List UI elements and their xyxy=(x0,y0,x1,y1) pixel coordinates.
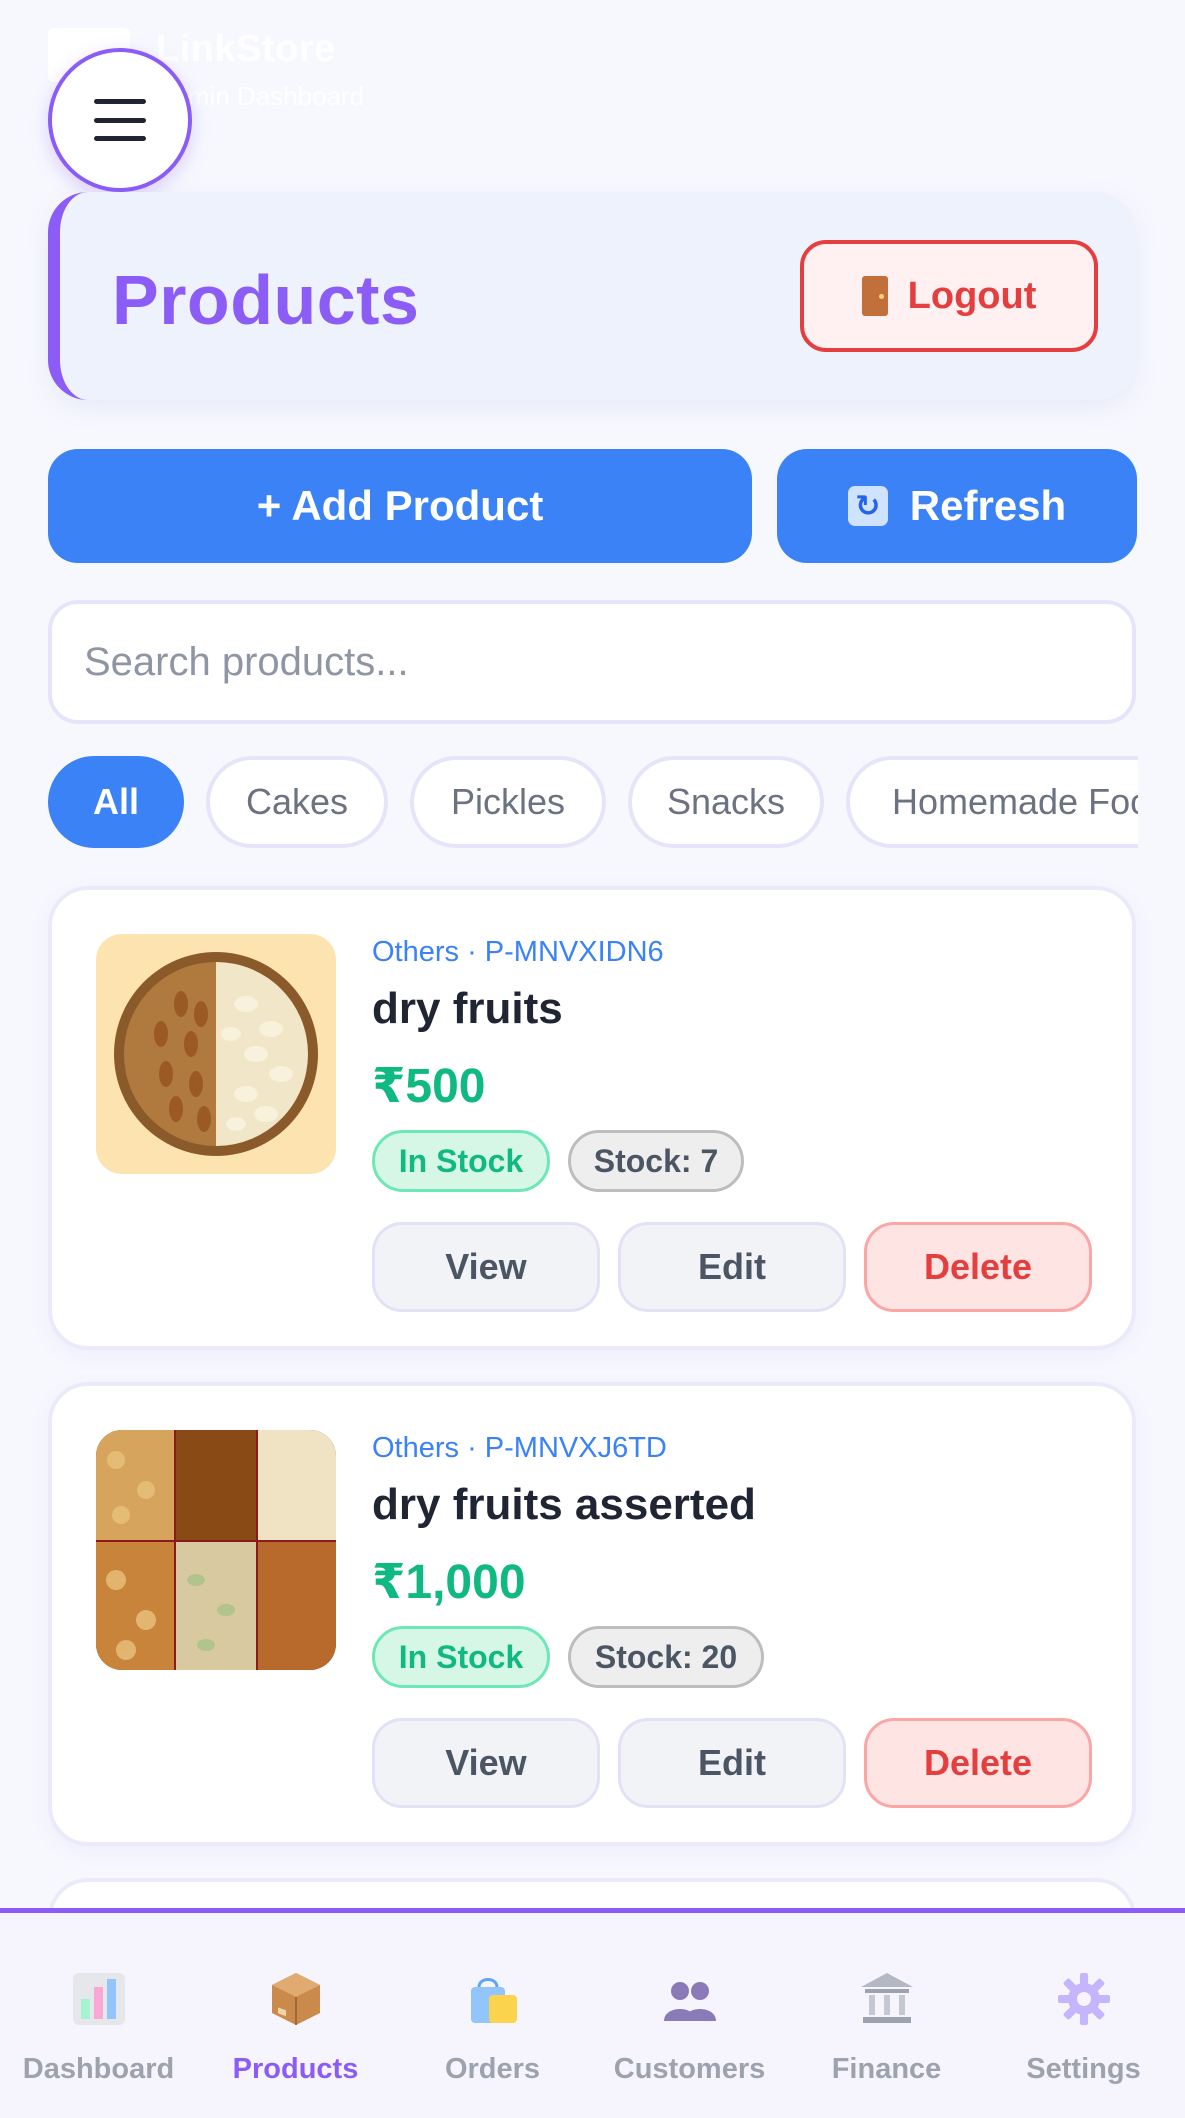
product-card: Others · P-MNVXJ6TD dry fruits asserted … xyxy=(48,1382,1136,1846)
category-filter: All Cakes Pickles Snacks Homemade Food xyxy=(48,756,1138,850)
nav-settings[interactable]: Settings xyxy=(985,1913,1182,2118)
nav-label: Orders xyxy=(444,2053,541,2085)
nav-label: Settings xyxy=(1026,2053,1141,2085)
stock-count-badge: Stock: 20 xyxy=(568,1626,764,1688)
refresh-button[interactable]: ↻ Refresh xyxy=(777,449,1137,563)
search-input[interactable] xyxy=(84,639,1132,685)
gear-icon xyxy=(1057,1973,1110,2025)
logout-label: Logout xyxy=(907,274,1037,317)
add-product-button[interactable]: + Add Product xyxy=(48,449,752,563)
stock-status-badge: In Stock xyxy=(372,1130,550,1192)
edit-button[interactable]: Edit xyxy=(618,1222,846,1312)
bottom-nav: Dashboard Products Orders Customers Fina… xyxy=(0,1908,1185,2118)
bank-icon xyxy=(860,1973,913,2023)
nav-customers[interactable]: Customers xyxy=(591,1913,788,2118)
nav-orders[interactable]: Orders xyxy=(394,1913,591,2118)
nav-label: Products xyxy=(232,2053,359,2085)
logout-button[interactable]: Logout xyxy=(800,240,1098,352)
product-meta: Others · P-MNVXIDN6 xyxy=(372,936,664,968)
nav-products[interactable]: Products xyxy=(197,1913,394,2118)
add-product-label: + Add Product xyxy=(256,482,544,529)
nav-dashboard[interactable]: Dashboard xyxy=(0,1913,197,2118)
product-name: dry fruits xyxy=(372,984,563,1033)
page-title: Products xyxy=(112,261,420,339)
delete-button[interactable]: Delete xyxy=(864,1718,1092,1808)
product-price: ₹1,000 xyxy=(372,1556,526,1609)
product-image xyxy=(96,1430,336,1670)
nav-label: Customers xyxy=(613,2053,766,2085)
refresh-label: Refresh xyxy=(909,482,1067,529)
nav-label: Finance xyxy=(831,2053,942,2085)
package-icon xyxy=(271,1973,320,2025)
edit-button[interactable]: Edit xyxy=(618,1718,846,1808)
delete-button[interactable]: Delete xyxy=(864,1222,1092,1312)
nav-finance[interactable]: Finance xyxy=(788,1913,985,2118)
refresh-icon: ↻ xyxy=(847,486,888,526)
view-button[interactable]: View xyxy=(372,1718,600,1808)
shopping-bag-icon xyxy=(470,1978,517,2023)
view-button[interactable]: View xyxy=(372,1222,600,1312)
nav-label: Dashboard xyxy=(22,2053,175,2085)
chip-cakes[interactable]: Cakes xyxy=(206,756,388,848)
stock-count-badge: Stock: 7 xyxy=(568,1130,744,1192)
product-meta: Others · P-MNVXJ6TD xyxy=(372,1432,667,1464)
chart-icon xyxy=(72,1973,125,2025)
app-name: LinkStore xyxy=(156,28,336,70)
stock-status-badge: In Stock xyxy=(372,1626,550,1688)
door-icon xyxy=(861,276,888,316)
search-box xyxy=(48,600,1136,724)
chip-pickles[interactable]: Pickles xyxy=(410,756,606,848)
hamburger-icon xyxy=(94,99,146,141)
product-image xyxy=(96,934,336,1174)
products-page: LinkStore Admin Dashboard Products Logou… xyxy=(0,0,1185,2118)
menu-button[interactable] xyxy=(48,48,192,192)
page-header: Products Logout xyxy=(48,192,1136,400)
users-icon xyxy=(663,1982,716,2021)
chip-homemade-food[interactable]: Homemade Food xyxy=(846,756,1138,848)
product-price: ₹500 xyxy=(372,1060,486,1113)
product-name: dry fruits asserted xyxy=(372,1480,756,1529)
product-card: Others · P-MNVXIDN6 dry fruits ₹500 In S… xyxy=(48,886,1136,1350)
chip-snacks[interactable]: Snacks xyxy=(628,756,824,848)
chip-all[interactable]: All xyxy=(48,756,184,848)
